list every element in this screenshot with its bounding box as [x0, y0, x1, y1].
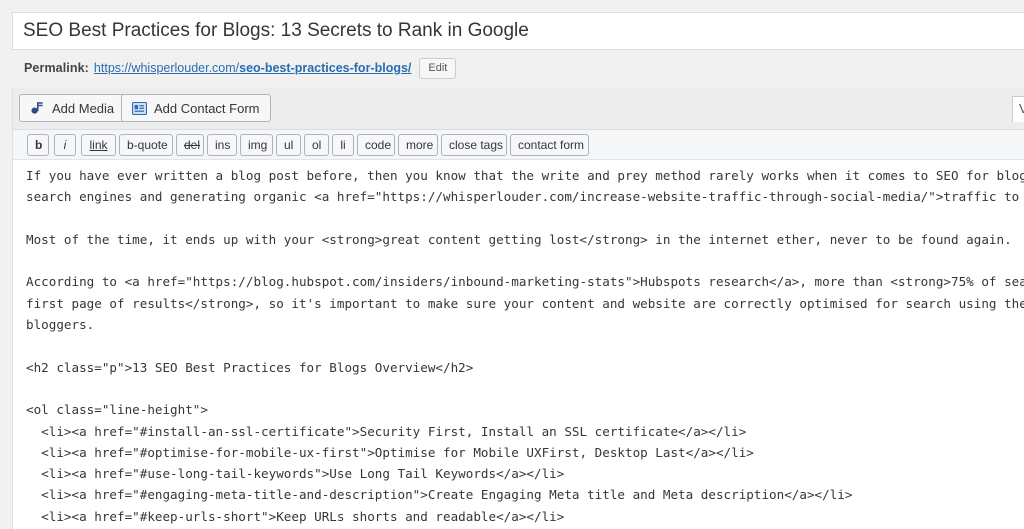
quicktag-li[interactable]: li	[332, 134, 354, 156]
quicktag-close-tags[interactable]: close tags	[441, 134, 507, 156]
contact-form-icon	[131, 101, 148, 115]
content-line: first page of results</strong>, so it's …	[26, 295, 1024, 311]
content-line: <li><a href="#keep-urls-short">Keep URLs…	[26, 508, 565, 524]
content-line: <li><a href="#optimise-for-mobile-ux-fir…	[26, 444, 754, 460]
content-line: According to <a href="https://blog.hubsp…	[26, 274, 1024, 290]
quicktags-toolbar: b i link b-quote del ins img ul ol li code more clos…	[12, 130, 1024, 160]
add-media-button[interactable]: Add Media	[19, 94, 126, 122]
media-toolbar: Add Media Add Contact Form	[12, 88, 1024, 130]
wordpress-post-editor: Permalink: https://whisperlouder.com/seo…	[0, 0, 1024, 529]
permalink-label: Permalink:	[24, 61, 89, 75]
post-title-field[interactable]	[12, 12, 1024, 50]
content-blank-line	[26, 378, 1024, 399]
edit-permalink-button[interactable]: Edit	[419, 57, 457, 79]
quicktag-ul[interactable]: ul	[276, 134, 301, 156]
quicktag-b-quote[interactable]: b-quote	[119, 134, 173, 156]
quicktag-b[interactable]: b	[27, 134, 49, 156]
content-line: <h2 class="p">13 SEO Best Practices for …	[26, 359, 474, 375]
quicktag-more[interactable]: more	[398, 134, 438, 156]
permalink-url[interactable]: https://whisperlouder.com/seo-best-pract…	[94, 61, 411, 75]
content-line: bloggers.	[26, 317, 95, 333]
quicktag-code[interactable]: code	[357, 134, 395, 156]
quicktag-ol[interactable]: ol	[304, 134, 329, 156]
content-line: <ol class="line-height">	[26, 402, 208, 418]
editor-mode-tab[interactable]: Visual	[1012, 96, 1024, 122]
content-blank-line	[26, 208, 1024, 229]
add-contact-form-button[interactable]: Add Contact Form	[121, 94, 271, 122]
add-media-label: Add Media	[52, 100, 115, 116]
post-content-text: If you have ever written a blog post bef…	[26, 165, 1024, 529]
quicktag-link[interactable]: link	[81, 134, 116, 156]
post-title-input[interactable]	[13, 13, 1024, 49]
quicktag-i[interactable]: i	[54, 134, 76, 156]
content-line: <li><a href="#use-long-tail-keywords">Us…	[26, 466, 565, 482]
content-line: <li><a href="#install-an-ssl-certificate…	[26, 423, 747, 439]
permalink-slug: seo-best-practices-for-blogs/	[239, 61, 412, 75]
quicktag-img[interactable]: img	[240, 134, 273, 156]
media-icon	[30, 101, 45, 116]
quicktag-ins[interactable]: ins	[207, 134, 237, 156]
content-blank-line	[26, 250, 1024, 271]
quicktag-contact-form[interactable]: contact form	[510, 134, 589, 156]
permalink: Permalink: https://whisperlouder.com/seo…	[24, 57, 457, 79]
content-blank-line	[26, 335, 1024, 356]
quicktag-del[interactable]: del	[176, 134, 204, 156]
post-content-textarea[interactable]: If you have ever written a blog post bef…	[12, 160, 1024, 529]
content-line: <li><a href="#engaging-meta-title-and-de…	[26, 487, 853, 503]
permalink-base: https://whisperlouder.com/	[93, 61, 240, 75]
content-line: search engines and generating organic <a…	[26, 189, 1020, 205]
content-line: If you have ever written a blog post bef…	[26, 168, 1024, 183]
add-contact-form-label: Add Contact Form	[154, 100, 260, 116]
content-line: Most of the time, it ends up with your <…	[26, 231, 1012, 247]
